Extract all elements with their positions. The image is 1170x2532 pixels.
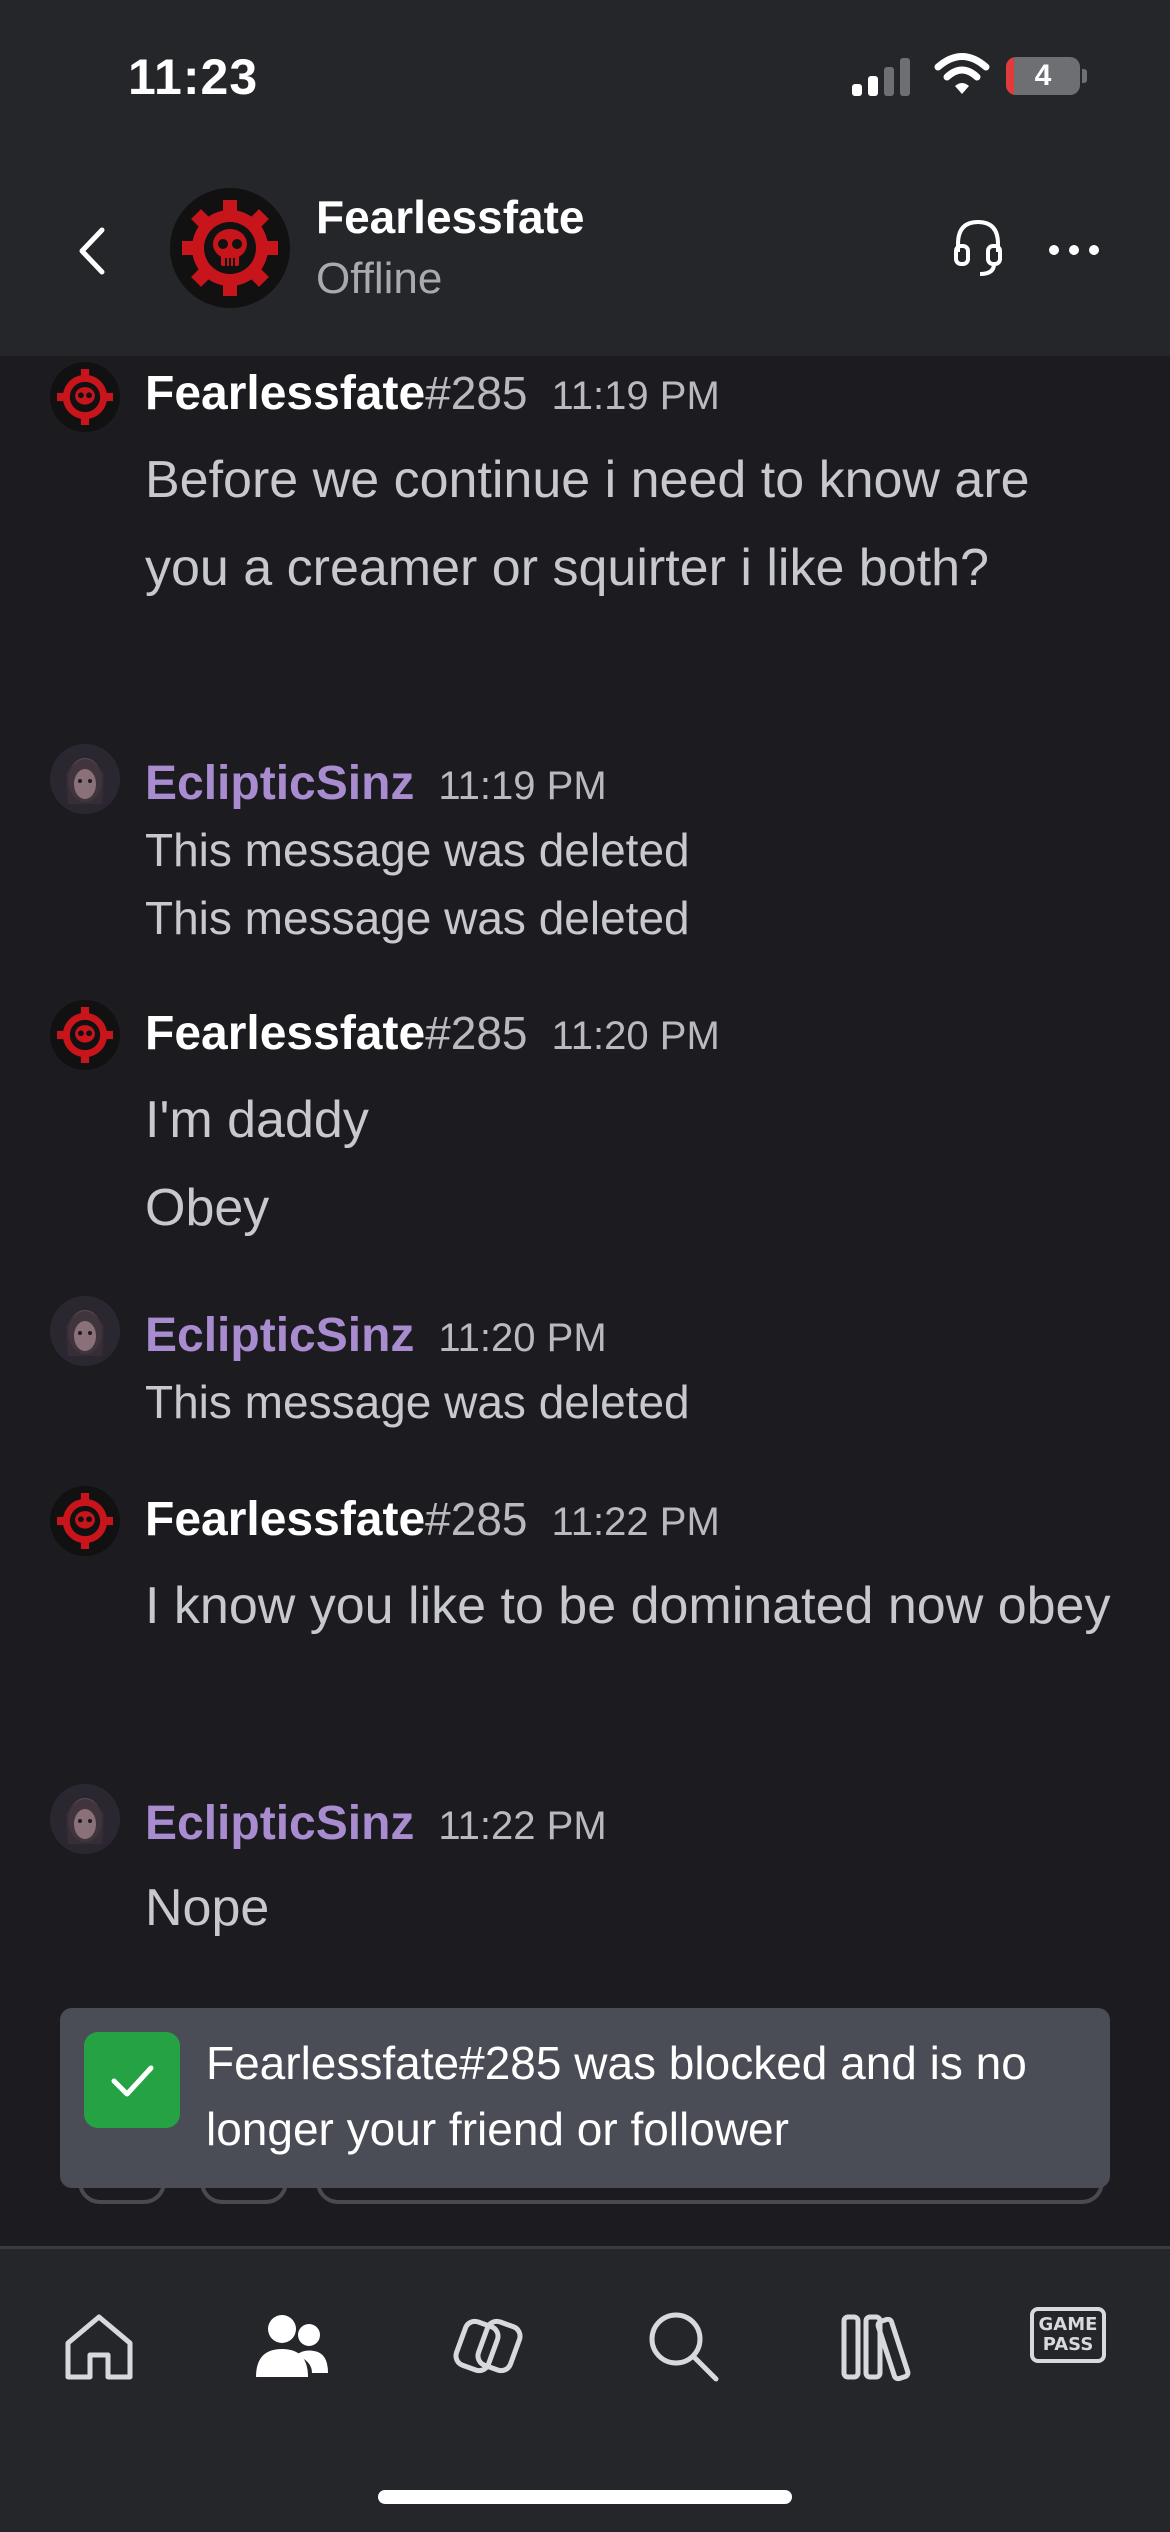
message-deleted-text: This message was deleted	[145, 824, 690, 876]
battery-level: 4	[1034, 59, 1052, 92]
message-time: 11:20 PM	[438, 1316, 607, 1360]
message-text: Before we continue i need to know are yo…	[145, 451, 1030, 597]
checkmark-icon	[84, 2032, 180, 2128]
profile-avatar-icon	[50, 1296, 120, 1366]
message-author[interactable]: EclipticSinz	[145, 1309, 414, 1362]
avatar[interactable]	[50, 362, 120, 432]
message-author-tag: #285	[425, 367, 528, 419]
avatar[interactable]	[50, 1486, 120, 1556]
gear-skull-icon	[50, 1000, 120, 1070]
gear-skull-icon	[170, 188, 290, 308]
message-time: 11:22 PM	[551, 1500, 720, 1544]
message-author-tag: #285	[425, 1493, 528, 1545]
message-text: Nope	[145, 1879, 270, 1937]
home-icon[interactable]	[54, 2301, 144, 2391]
cellular-signal-icon	[852, 58, 910, 96]
home-indicator[interactable]	[378, 2490, 792, 2504]
message-text: I'm daddy	[145, 1091, 369, 1149]
message-text: I know you like to be dominated now obey	[145, 1577, 1111, 1635]
avatar[interactable]	[50, 1000, 120, 1070]
avatar[interactable]	[170, 188, 290, 308]
toast-message: Fearlessfate#285 was blocked and is no l…	[206, 2037, 1027, 2155]
more-options-button[interactable]	[1046, 230, 1102, 270]
message-text: Obey	[145, 1179, 270, 1237]
message-author-tag: #285	[425, 1007, 528, 1059]
message-header: Fearlessfate#285 11:19 PM	[145, 366, 720, 421]
message-author[interactable]: EclipticSinz	[145, 1797, 414, 1850]
chat-header: Fearlessfate Offline	[0, 150, 1170, 356]
message-deleted-text: This message was deleted	[145, 892, 690, 944]
people-icon[interactable]	[246, 2301, 336, 2391]
game-pass-label: PASS	[1042, 2334, 1094, 2355]
library-icon[interactable]	[832, 2301, 922, 2391]
message-time: 11:19 PM	[551, 374, 720, 418]
profile-avatar-icon	[50, 744, 120, 814]
message-author[interactable]: EclipticSinz	[145, 757, 414, 810]
contact-status: Offline	[316, 254, 443, 303]
message-header: EclipticSinz 11:19 PM	[145, 756, 607, 811]
message-time: 11:20 PM	[551, 1014, 720, 1058]
wifi-icon	[934, 53, 990, 94]
profile-avatar-icon	[50, 1784, 120, 1854]
message-author[interactable]: Fearlessfate	[145, 1007, 425, 1060]
battery-icon: 4	[1006, 57, 1088, 95]
game-pass-label: GAME	[1038, 2314, 1098, 2335]
avatar[interactable]	[50, 744, 120, 814]
headset-button[interactable]	[950, 216, 1006, 280]
message-header: EclipticSinz 11:20 PM	[145, 1308, 607, 1363]
contact-name: Fearlessfate	[316, 191, 585, 243]
game-pass-icon[interactable]: GAME PASS	[1030, 2307, 1106, 2363]
status-bar: 11:23 4	[0, 0, 1170, 150]
message-time: 11:19 PM	[438, 764, 607, 808]
message-author[interactable]: Fearlessfate	[145, 367, 425, 420]
search-icon[interactable]	[638, 2301, 728, 2391]
message-header: Fearlessfate#285 11:22 PM	[145, 1492, 720, 1547]
status-time: 11:23	[128, 49, 259, 105]
avatar[interactable]	[50, 1784, 120, 1854]
message-author[interactable]: Fearlessfate	[145, 1493, 425, 1546]
avatar[interactable]	[50, 1296, 120, 1366]
social-icon[interactable]	[444, 2301, 534, 2391]
blocked-toast[interactable]: Fearlessfate#285 was blocked and is no l…	[60, 2008, 1110, 2188]
gear-skull-icon	[50, 362, 120, 432]
back-button[interactable]	[60, 216, 130, 286]
gear-skull-icon	[50, 1486, 120, 1556]
message-deleted-text: This message was deleted	[145, 1376, 690, 1428]
message-list[interactable]: Fearlessfate#285 11:19 PM Before we conti…	[0, 356, 1170, 2036]
message-time: 11:22 PM	[438, 1804, 607, 1848]
message-header: Fearlessfate#285 11:20 PM	[145, 1006, 720, 1061]
message-header: EclipticSinz 11:22 PM	[145, 1796, 607, 1851]
